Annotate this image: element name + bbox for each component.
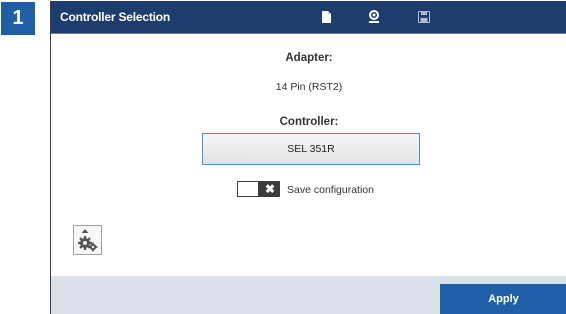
- save-configuration-label: Save configuration: [287, 184, 374, 196]
- save-disk-icon[interactable]: [417, 10, 431, 24]
- window-title: Controller Selection: [60, 10, 171, 24]
- title-bar: Controller Selection: [51, 1, 566, 34]
- document-icon[interactable]: [319, 10, 333, 24]
- person-pin-icon[interactable]: [367, 10, 381, 24]
- toggle-off-icon: ✖: [264, 182, 276, 196]
- settings-button[interactable]: [73, 225, 102, 255]
- adapter-label: Adapter:: [285, 52, 333, 64]
- save-configuration-toggle[interactable]: ✖: [237, 181, 280, 197]
- controller-selection-window: Controller Selection Adapter: 14 Pin (RS…: [50, 1, 566, 314]
- apply-button[interactable]: Apply: [440, 284, 566, 314]
- adapter-value: 14 Pin (RST2): [275, 81, 343, 93]
- step-number-badge: 1: [1, 2, 35, 35]
- controller-label: Controller:: [279, 116, 339, 128]
- controller-selected-value: SEL 351R: [287, 143, 335, 155]
- settings-gears-icon: [78, 229, 98, 252]
- footer-bar: Apply: [51, 276, 566, 314]
- controller-select-button[interactable]: SEL 351R: [202, 133, 420, 165]
- toggle-knob: [238, 182, 258, 196]
